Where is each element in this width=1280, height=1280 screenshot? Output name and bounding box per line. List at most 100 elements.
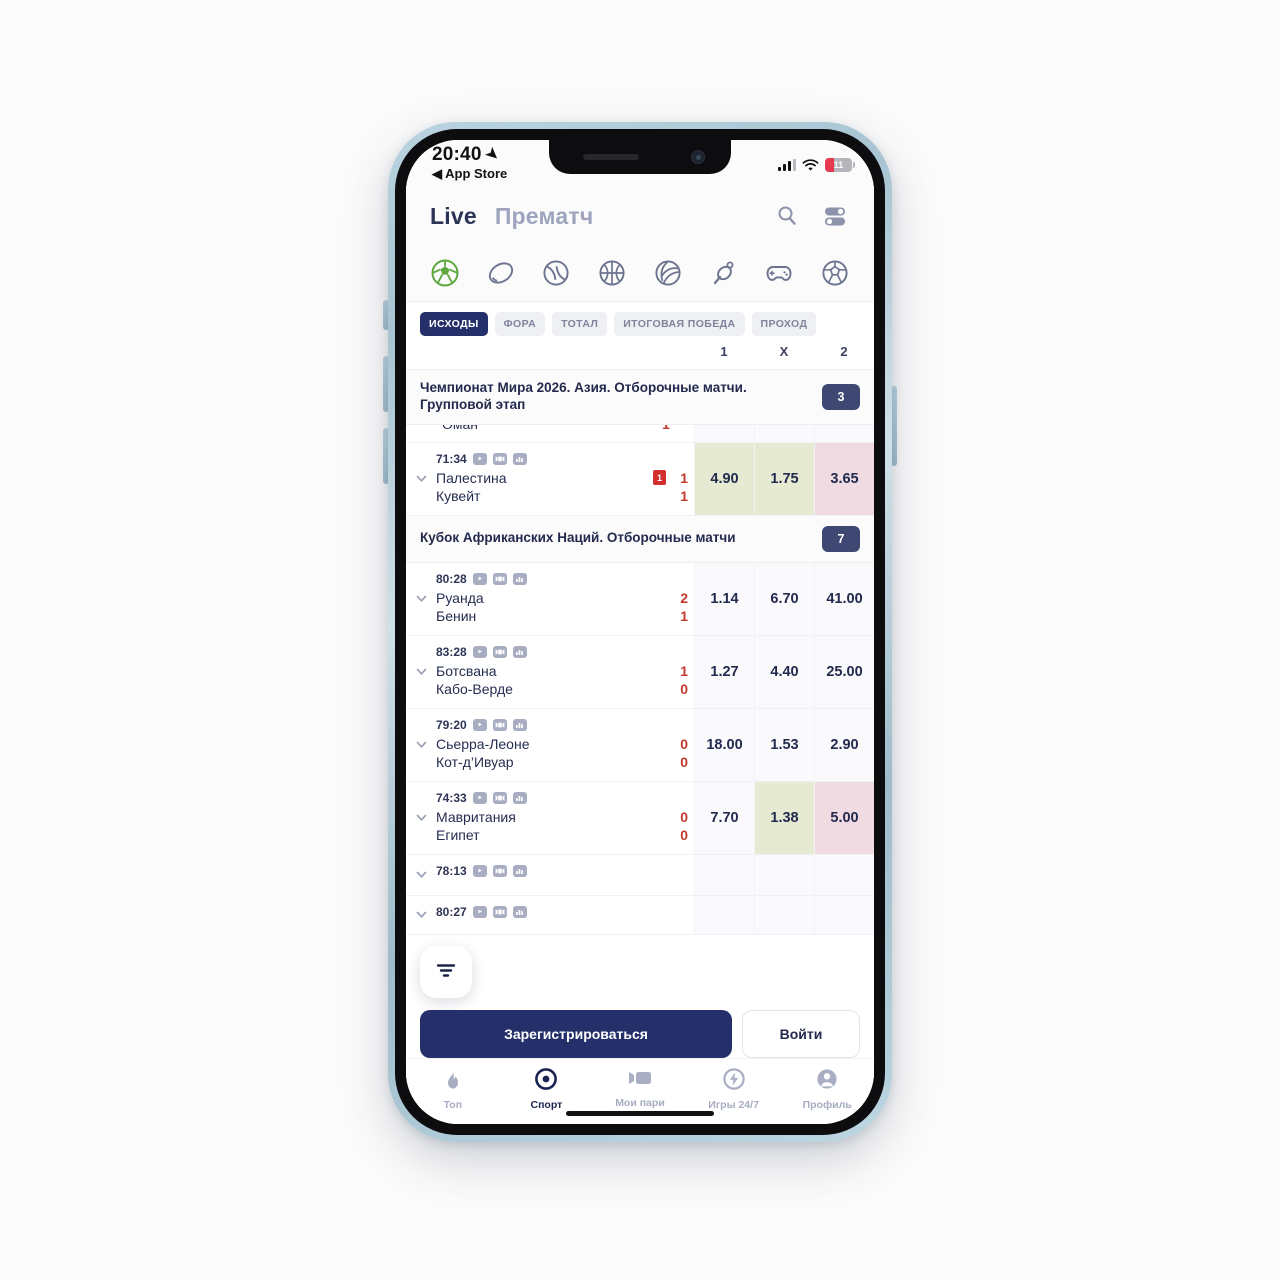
expand-chevron-icon[interactable] [406, 855, 436, 895]
partial-match-row[interactable]: Оман 1 [406, 424, 874, 443]
odd-cell-1[interactable] [694, 895, 754, 934]
back-to-app-link[interactable]: ◀ App Store [432, 167, 507, 180]
odd-cell-x[interactable] [754, 895, 814, 934]
table-row[interactable]: 83:28 Ботсвана 1 Кабо-Верде 0 1.27 4.40 … [406, 635, 874, 709]
red-card-badge: 1 [653, 470, 666, 486]
odd-cell-1[interactable] [694, 854, 754, 895]
odd-cell-x[interactable]: 4.40 [754, 635, 814, 708]
sport-football[interactable] [428, 256, 462, 290]
expand-chevron-icon[interactable] [406, 896, 436, 934]
odd-cell-x[interactable]: 1.75 [754, 442, 814, 515]
video-play-icon[interactable] [472, 452, 487, 465]
odd-cell-2[interactable]: 5.00 [814, 781, 874, 854]
table-row[interactable]: 80:28 Руанда 2 Бенин 1 1.14 6.70 41.00 [406, 562, 874, 636]
table-row[interactable]: 74:33 Мавритания 0 Египет 0 7.70 1.38 5.… [406, 781, 874, 855]
odd-cell-x[interactable]: 1.38 [754, 781, 814, 854]
odd-cell-2[interactable] [814, 895, 874, 934]
market-chip-total[interactable]: ТОТАЛ [552, 312, 608, 336]
statistics-icon[interactable] [512, 452, 527, 465]
video-play-icon[interactable] [472, 718, 487, 731]
odd-cell-1[interactable]: 1.14 [694, 562, 754, 635]
filter-fab-button[interactable] [420, 946, 472, 998]
video-play-icon[interactable] [472, 905, 487, 918]
odd-cell-1[interactable]: 1.27 [694, 635, 754, 708]
sport-volleyball[interactable] [651, 256, 685, 290]
video-play-icon[interactable] [472, 791, 487, 804]
market-chip-prohod[interactable]: ПРОХОД [751, 312, 817, 336]
broadcast-icon[interactable] [492, 572, 507, 585]
market-chip-final-win[interactable]: ИТОГОВАЯ ПОБЕДА [614, 312, 745, 336]
league-header[interactable]: Кубок Африканских Наций. Отборочные матч… [406, 515, 874, 563]
market-chip-ishody[interactable]: ИСХОДЫ [420, 312, 488, 336]
broadcast-icon[interactable] [492, 718, 507, 731]
tab-games-247[interactable]: Игры 24/7 [687, 1067, 781, 1111]
tab-top[interactable]: Топ [406, 1067, 500, 1111]
expand-chevron-icon[interactable] [406, 563, 436, 635]
table-row[interactable]: 71:34 Палестина 1 1 Кувейт 1 4.90 1.75 3… [406, 442, 874, 516]
search-icon[interactable] [772, 201, 802, 231]
odd-cell-1[interactable]: 18.00 [694, 708, 754, 781]
market-chip-row: ИСХОДЫ ФОРА ТОТАЛ ИТОГОВАЯ ПОБЕДА ПРОХОД [406, 302, 874, 344]
location-arrow-icon: ➤ [481, 143, 503, 166]
expand-chevron-icon[interactable] [406, 636, 436, 708]
sport-futsal[interactable] [818, 256, 852, 290]
odd-cell-1[interactable]: 7.70 [694, 781, 754, 854]
statistics-icon[interactable] [512, 645, 527, 658]
odd-cell-x[interactable]: 6.70 [754, 562, 814, 635]
sport-basketball[interactable] [595, 256, 629, 290]
table-row[interactable]: 79:20 Сьерра-Леоне 0 Кот-д’Ивуар 0 18.00… [406, 708, 874, 782]
broadcast-icon[interactable] [492, 791, 507, 804]
table-row[interactable]: 80:27 [406, 895, 874, 935]
broadcast-icon[interactable] [492, 905, 507, 918]
video-play-icon[interactable] [472, 645, 487, 658]
status-bar-left: 20:40 ➤ ◀ App Store [432, 143, 507, 180]
register-button[interactable]: Зарегистрироваться [420, 1010, 732, 1058]
tab-prematch[interactable]: Прематч [495, 203, 594, 230]
match-info: 71:34 Палестина 1 1 Кувейт 1 [436, 443, 694, 515]
odd-cell-1[interactable]: 4.90 [694, 442, 754, 515]
away-team-name: Бенин [436, 607, 477, 624]
odds-header-spacer [406, 344, 694, 369]
statistics-icon[interactable] [512, 718, 527, 731]
home-indicator[interactable] [566, 1111, 714, 1116]
league-header[interactable]: Чемпионат Мира 2026. Азия. Отборочные ма… [406, 370, 874, 425]
statistics-icon[interactable] [512, 905, 527, 918]
odd-cell-x[interactable]: 1.53 [754, 708, 814, 781]
statistics-icon[interactable] [512, 864, 527, 877]
broadcast-icon[interactable] [492, 452, 507, 465]
tab-my-bets[interactable]: Мои пари [593, 1067, 687, 1109]
tab-sport[interactable]: Спорт [500, 1067, 594, 1111]
odd-cell-2[interactable]: 2.90 [814, 708, 874, 781]
expand-chevron-icon[interactable] [406, 709, 436, 781]
sport-esports[interactable] [762, 256, 796, 290]
login-button[interactable]: Войти [742, 1010, 860, 1058]
odd-cell-2[interactable]: 3.65 [814, 442, 874, 515]
tab-profile[interactable]: Профиль [780, 1067, 874, 1111]
video-play-icon[interactable] [472, 864, 487, 877]
video-play-icon[interactable] [472, 572, 487, 585]
away-team-row: Кот-д’Ивуар 0 [436, 753, 688, 771]
sport-table-tennis[interactable] [707, 256, 741, 290]
odd-cell-2[interactable] [814, 854, 874, 895]
sport-hockey[interactable] [484, 256, 518, 290]
settings-icon[interactable] [820, 201, 850, 231]
table-row[interactable]: 78:13 [406, 854, 874, 896]
away-team-row: Кувейт 1 [436, 487, 688, 505]
broadcast-icon[interactable] [492, 645, 507, 658]
odd-cell-2[interactable]: 25.00 [814, 635, 874, 708]
match-clock: 80:28 [436, 571, 467, 586]
market-chip-fora[interactable]: ФОРА [494, 312, 546, 336]
odd-cell-x[interactable] [754, 854, 814, 895]
expand-chevron-icon[interactable] [406, 443, 436, 515]
match-list[interactable]: Чемпионат Мира 2026. Азия. Отборочные ма… [406, 370, 874, 1124]
watermark [1257, 1253, 1262, 1264]
tab-label: Профиль [802, 1099, 852, 1111]
tab-live[interactable]: Live [430, 203, 477, 230]
expand-chevron-icon[interactable] [406, 782, 436, 854]
sport-tennis[interactable] [539, 256, 573, 290]
broadcast-icon[interactable] [492, 864, 507, 877]
odd-cell-2[interactable]: 41.00 [814, 562, 874, 635]
match-meta-row: 83:28 [436, 645, 688, 659]
statistics-icon[interactable] [512, 791, 527, 804]
statistics-icon[interactable] [512, 572, 527, 585]
